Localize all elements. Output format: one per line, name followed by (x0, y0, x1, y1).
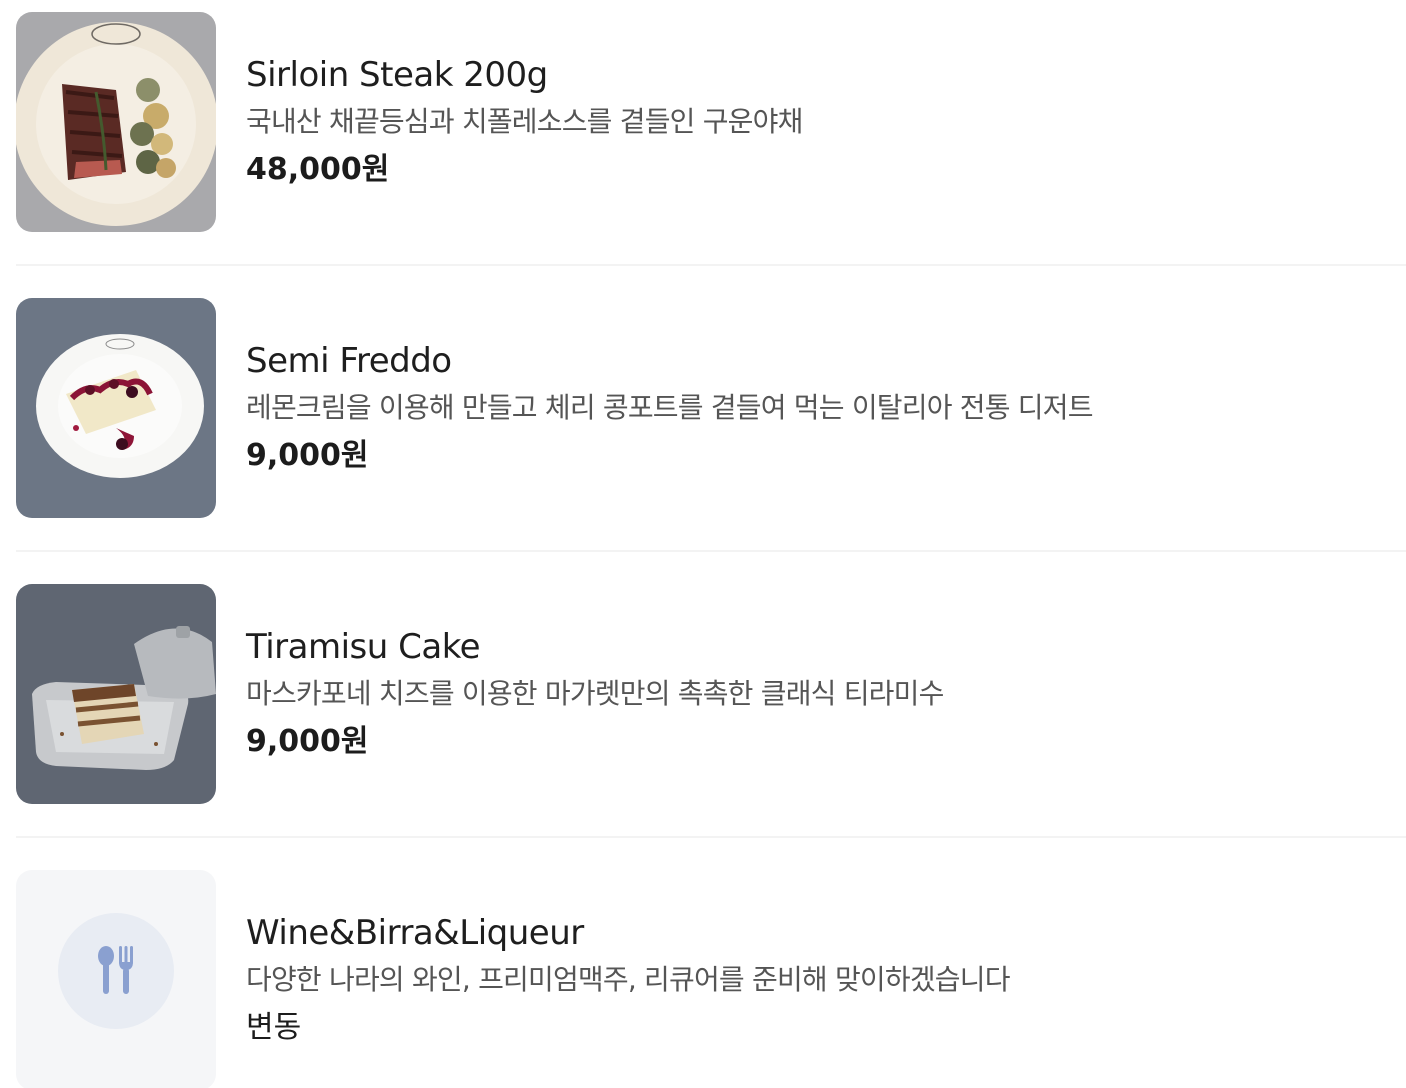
menu-item-name: Semi Freddo (246, 341, 452, 381)
menu-item-price: 9,000원 (246, 724, 369, 759)
dessert-plate-photo (16, 298, 216, 518)
fork-spoon-icon (98, 946, 133, 994)
menu-item-info: Tiramisu Cake 마스카포네 치즈를 이용한 마가렛만의 촉촉한 클래… (246, 624, 1386, 762)
menu-item-sirloin-steak[interactable]: Sirloin Steak 200g 국내산 채끝등심과 치폴레소스를 곁들인 … (16, 12, 1406, 232)
menu-item-image-placeholder[interactable] (16, 870, 216, 1088)
menu-item-description: 레몬크림을 이용해 만들고 체리 콩포트를 곁들여 먹는 이탈리아 전통 디저트 (246, 391, 1093, 424)
tiramisu-photo (16, 584, 216, 804)
menu-item-info: Sirloin Steak 200g 국내산 채끝등심과 치폴레소스를 곁들인 … (246, 52, 1386, 190)
menu-item-price: 변동 (246, 1010, 302, 1045)
menu-item-description: 다양한 나라의 와인, 프리미엄맥주, 리큐어를 준비해 맞이하겠습니다 (246, 963, 1010, 996)
divider (16, 264, 1406, 266)
menu-item-name: Wine&Birra&Liqueur (246, 913, 584, 953)
divider (16, 550, 1406, 552)
menu-item-description: 국내산 채끝등심과 치폴레소스를 곁들인 구운야채 (246, 105, 803, 138)
menu-item-description: 마스카포네 치즈를 이용한 마가렛만의 촉촉한 클래식 티라미수 (246, 677, 944, 710)
menu-item-image[interactable] (16, 298, 216, 518)
menu-item-image[interactable] (16, 584, 216, 804)
divider (16, 836, 1406, 838)
menu-item-price: 9,000원 (246, 438, 369, 473)
menu-item-tiramisu-cake[interactable]: Tiramisu Cake 마스카포네 치즈를 이용한 마가렛만의 촉촉한 클래… (16, 584, 1406, 804)
menu-item-info: Semi Freddo 레몬크림을 이용해 만들고 체리 콩포트를 곁들여 먹는… (246, 338, 1386, 476)
menu-item-image[interactable] (16, 12, 216, 232)
menu-item-name: Sirloin Steak 200g (246, 55, 548, 95)
menu-item-semi-freddo[interactable]: Semi Freddo 레몬크림을 이용해 만들고 체리 콩포트를 곁들여 먹는… (16, 298, 1406, 518)
menu-item-price: 48,000원 (246, 152, 390, 187)
steak-plate-photo (16, 12, 216, 232)
menu-item-name: Tiramisu Cake (246, 627, 481, 667)
menu-item-wine-birra-liqueur[interactable]: Wine&Birra&Liqueur 다양한 나라의 와인, 프리미엄맥주, 리… (16, 870, 1406, 1088)
menu-item-info: Wine&Birra&Liqueur 다양한 나라의 와인, 프리미엄맥주, 리… (246, 910, 1386, 1048)
